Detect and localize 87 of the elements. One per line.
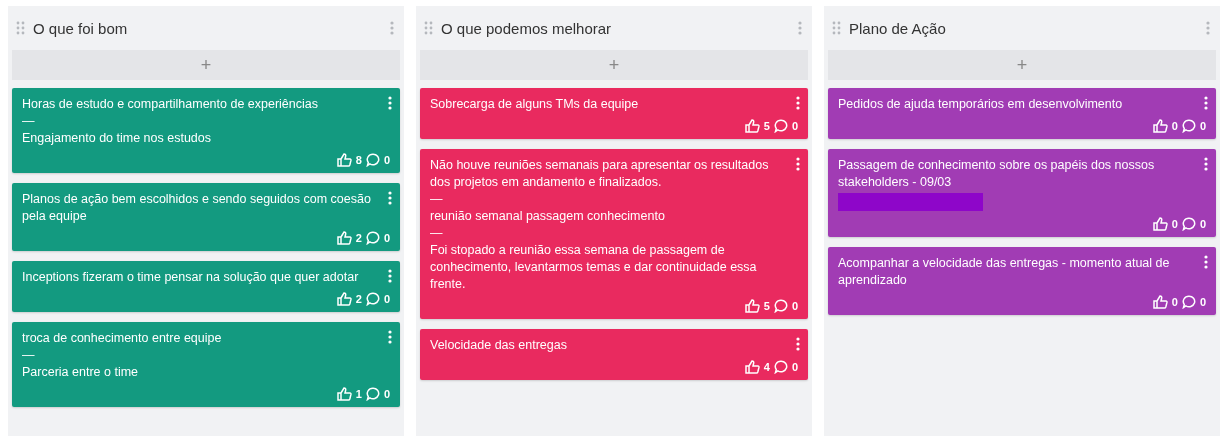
retro-card[interactable]: Acompanhar a velocidade das entregas - momento atual de aprendizado 0 0 [828,247,1216,315]
card-text: — [430,191,444,208]
retro-card[interactable]: Inceptions fizeram o time pensar na solução que quer adotar 2 0 [12,261,400,312]
card-text: Velocidade das entregas [430,337,568,354]
thumbs-up-icon[interactable] [1152,295,1168,309]
like-count: 5 [763,300,770,312]
card-text: Passagem de conhecimento sobre os papéis dos nossos stakeholders - 09/03 [838,157,1156,191]
card-text: Planos de ação bem escolhidos e sendo seguidos com coesão pela equipe [22,191,372,225]
comment-icon[interactable] [365,387,380,401]
thumbs-up-icon[interactable] [1152,119,1168,133]
drag-handle-icon[interactable] [424,21,433,35]
comment-count: 0 [791,361,798,373]
like-count: 8 [355,154,362,166]
comment-count: 0 [791,120,798,132]
card-menu-icon[interactable] [796,96,800,110]
like-count: 0 [1171,296,1178,308]
comment-icon[interactable] [773,360,788,374]
drag-handle-icon[interactable] [832,21,841,35]
add-card-button[interactable]: + [12,50,400,80]
comment-icon[interactable] [773,299,788,313]
retro-card[interactable] [420,149,808,319]
thumbs-up-icon[interactable] [744,360,760,374]
column-title: Plano de Ação [849,19,947,37]
card-menu-icon[interactable] [1204,157,1208,171]
like-count: 4 [763,361,770,373]
comment-icon[interactable] [1181,295,1196,309]
retro-card[interactable]: Sobrecarga de alguns TMs da equipe 5 0 [420,88,808,139]
thumbs-up-icon[interactable] [744,119,760,133]
comment-icon[interactable] [1181,217,1196,231]
card-text: Acompanhar a velocidade das entregas - momento atual de aprendizado [838,255,1171,289]
card-text: — [22,347,36,364]
retro-card[interactable]: Velocidade das entregas 4 0 [420,329,808,380]
thumbs-up-icon[interactable] [336,387,352,401]
comment-icon[interactable] [773,119,788,133]
card-menu-icon[interactable] [796,157,800,171]
comment-icon[interactable] [365,231,380,245]
thumbs-up-icon[interactable] [336,231,352,245]
card-text: Foi stopado a reunião essa semana de passagem de conhecimento, levantarmos temas e dar continuidade essa frente. [430,242,758,293]
comment-count: 0 [791,300,798,312]
comment-count: 0 [1199,120,1206,132]
comment-count: 0 [1199,218,1206,230]
comment-count: 0 [1199,296,1206,308]
like-count: 2 [355,232,362,244]
comment-icon[interactable] [1181,119,1196,133]
card-menu-icon[interactable] [388,96,392,110]
retro-card[interactable]: Passagem de conhecimento sobre os papéis dos nossos stakeholders - 09/03 0 0 [828,149,1216,237]
column-title: O que foi bom [33,19,129,37]
comment-count: 0 [383,293,390,305]
card-menu-icon[interactable] [1204,96,1208,110]
like-count: 2 [355,293,362,305]
card-text: — [430,225,444,242]
add-card-button[interactable]: + [420,50,808,80]
thumbs-up-icon[interactable] [1152,217,1168,231]
thumbs-up-icon[interactable] [744,299,760,313]
card-menu-icon[interactable] [388,269,392,283]
retro-card[interactable]: troca de conhecimento entre equipe — Parceria entre o time 1 0 [12,322,400,407]
like-count: 0 [1171,120,1178,132]
drag-handle-icon[interactable] [16,21,25,35]
card-text: troca de conhecimento entre equipe [22,330,223,347]
comment-icon[interactable] [365,153,380,167]
card-text: reunião semanal passagem conhecimento [430,208,666,225]
thumbs-up-icon[interactable] [336,292,352,306]
comment-icon[interactable] [365,292,380,306]
card-text: — [22,113,36,130]
column-title: O que podemos melhorar [441,19,613,37]
card-menu-icon[interactable] [388,330,392,344]
card-text: Não houve reuniões semanais para apresentar os resultados dos projetos em andamento e finalizados. [430,157,770,191]
card-menu-icon[interactable] [796,337,800,351]
retro-card[interactable]: Pedidos de ajuda temporários em desenvolvimento 0 0 [828,88,1216,139]
thumbs-up-icon[interactable] [336,153,352,167]
card-menu-icon[interactable] [388,191,392,205]
like-count: 0 [1171,218,1178,230]
retro-card[interactable]: Planos de ação bem escolhidos e sendo seguidos com coesão pela equipe 2 0 [12,183,400,251]
card-text: Sobrecarga de alguns TMs da equipe [430,96,640,113]
comment-count: 0 [383,154,390,166]
card-text: Pedidos de ajuda temporários em desenvolvimento [838,96,1124,113]
card-text: Inceptions fizeram o time pensar na solução que quer adotar [22,269,360,286]
card-text: Engajamento do time nos estudos [22,130,212,147]
card-text: Parceria entre o time [22,364,140,381]
card-text: Horas de estudo e compartilhamento de experiências [22,96,319,113]
card-menu-icon[interactable] [1204,255,1208,269]
comment-count: 0 [383,388,390,400]
like-count: 5 [763,120,770,132]
like-count: 1 [355,388,362,400]
retro-card[interactable]: Horas de estudo e compartilhamento de experiências — Engajamento do time nos estudos 8 0 [12,88,400,173]
add-card-button[interactable]: + [828,50,1216,80]
comment-count: 0 [383,232,390,244]
